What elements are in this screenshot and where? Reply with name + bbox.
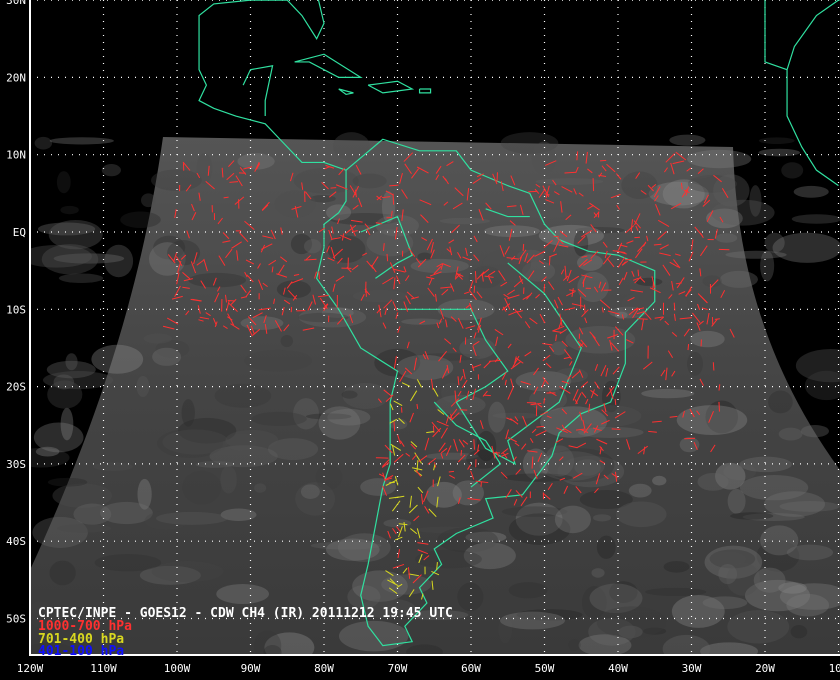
wind-barb bbox=[637, 318, 648, 320]
latitude-labels: 30N 20N 10N EQ 10S 20S 30S 40S 50S bbox=[6, 0, 26, 626]
longitude-label: 30W bbox=[682, 662, 702, 675]
wind-barb bbox=[712, 362, 715, 371]
wind-barb bbox=[592, 178, 595, 192]
coastline bbox=[786, 0, 840, 187]
longitude-label: 100W bbox=[164, 662, 191, 675]
map-canvas: 30N 20N 10N EQ 10S 20S 30S 40S 50S 120W 110W 100W 9… bbox=[6, 0, 840, 675]
wind-barb bbox=[229, 181, 239, 183]
coastline bbox=[764, 0, 788, 71]
latitude-label: 10N bbox=[6, 149, 26, 162]
wind-barb bbox=[448, 470, 455, 473]
wind-barb bbox=[673, 302, 676, 311]
latitude-label: 50S bbox=[6, 613, 26, 626]
longitude-label: 10W bbox=[829, 662, 840, 675]
wind-barb bbox=[393, 421, 396, 432]
wind-barb bbox=[522, 243, 525, 251]
longitude-label: 20W bbox=[755, 662, 775, 675]
longitude-label: 60W bbox=[461, 662, 481, 675]
wind-barb bbox=[223, 196, 229, 199]
longitude-label: 80W bbox=[314, 662, 334, 675]
wind-barb bbox=[483, 394, 491, 397]
longitude-label: 40W bbox=[608, 662, 628, 675]
wind-barb bbox=[386, 253, 389, 262]
coastline bbox=[418, 88, 432, 94]
latitude-label: 30S bbox=[6, 458, 26, 471]
wind-barb bbox=[330, 187, 337, 189]
wind-barb bbox=[637, 269, 640, 277]
wind-barb bbox=[543, 284, 546, 293]
wind-barb bbox=[599, 159, 607, 162]
latitude-label: 10S bbox=[6, 303, 26, 316]
wind-barb bbox=[687, 344, 690, 351]
latitude-label: 20S bbox=[6, 381, 26, 394]
longitude-label: 120W bbox=[17, 662, 44, 675]
latitude-label: 40S bbox=[6, 535, 26, 548]
latitude-label: 20N bbox=[6, 71, 26, 84]
longitude-label: 90W bbox=[241, 662, 261, 675]
longitude-labels: 120W 110W 100W 90W 80W 70W 60W 50W 40W 30W 20W 10W bbox=[17, 662, 840, 675]
coastline bbox=[294, 53, 363, 79]
legend-high-level: 401-100 hPa bbox=[38, 644, 124, 659]
wind-barb bbox=[460, 449, 463, 456]
wind-barb bbox=[718, 401, 720, 412]
latitude-label: EQ bbox=[13, 226, 26, 239]
longitude-label: 110W bbox=[90, 662, 117, 675]
longitude-label: 50W bbox=[535, 662, 555, 675]
wind-barb bbox=[684, 437, 696, 440]
longitude-label: 70W bbox=[388, 662, 408, 675]
wind-barb bbox=[614, 398, 617, 405]
wind-barb bbox=[473, 439, 476, 450]
coastline bbox=[338, 88, 354, 96]
satellite-wind-map: 30N 20N 10N EQ 10S 20S 30S 40S 50S 120W 110W 100W 9… bbox=[0, 0, 840, 680]
wind-barb bbox=[714, 318, 720, 320]
coastline bbox=[367, 80, 415, 94]
coastline bbox=[242, 65, 274, 117]
latitude-label: 30N bbox=[6, 0, 26, 7]
